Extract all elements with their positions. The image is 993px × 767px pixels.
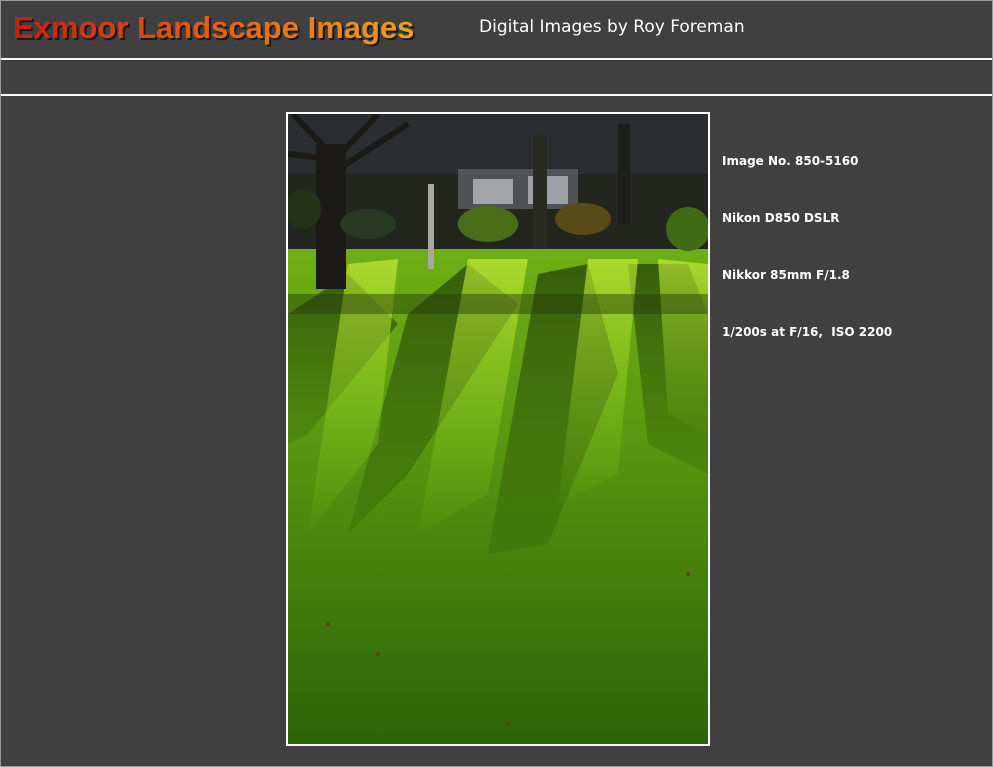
header-divider-top xyxy=(1,58,992,60)
site-subtitle: Digital Images by Roy Foreman xyxy=(479,17,745,37)
header-divider-bottom xyxy=(1,94,992,96)
exposure-settings: 1/200s at F/16, ISO 2200 xyxy=(722,325,893,339)
site-title[interactable]: Exmoor Landscape Images xyxy=(13,10,414,46)
lens-model: Nikkor 85mm F/1.8 xyxy=(722,268,850,282)
landscape-photo-icon xyxy=(288,114,708,744)
page: Exmoor Landscape Images Exmoor Landscape… xyxy=(0,0,993,767)
landscape-photo[interactable] xyxy=(286,112,710,746)
camera-model: Nikon D850 DSLR xyxy=(722,211,840,225)
image-info: Image No. 850-5160 Nikon D850 DSLR Nikko… xyxy=(722,114,892,380)
image-number: Image No. 850-5160 xyxy=(722,154,859,168)
